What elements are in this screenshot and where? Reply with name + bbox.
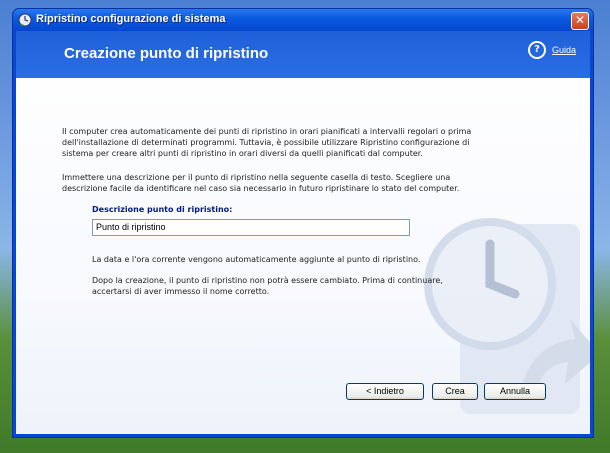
instructions-paragraph: Immettere una descrizione per il punto d…	[62, 173, 460, 193]
warning-note: Dopo la creazione, il punto di ripristin…	[92, 276, 443, 296]
help-link[interactable]: ? Guida	[527, 41, 576, 59]
description-input[interactable]: Punto di ripristino	[92, 219, 410, 236]
wizard-client-area: Creazione punto di ripristino ? Guida Il…	[16, 31, 590, 434]
system-restore-icon	[18, 13, 32, 27]
page-title: Creazione punto di ripristino	[64, 45, 269, 62]
close-button[interactable]: ✕	[571, 12, 589, 30]
wizard-header: Creazione punto di ripristino ? Guida	[16, 31, 590, 78]
system-restore-window: Ripristino configurazione di sistema ✕ C…	[12, 8, 594, 438]
close-icon: ✕	[574, 13, 586, 27]
back-button[interactable]: < Indietro	[346, 383, 424, 400]
help-label[interactable]: Guida	[552, 45, 576, 55]
intro-paragraph: Il computer crea automaticamente dei pun…	[62, 127, 472, 158]
window-title: Ripristino configurazione di sistema	[36, 13, 226, 25]
cancel-button[interactable]: Annulla	[484, 383, 546, 400]
help-icon[interactable]: ?	[527, 41, 546, 59]
description-field-label: Descrizione punto di ripristino:	[92, 205, 233, 214]
create-button[interactable]: Crea	[432, 383, 478, 400]
date-note: La data e l'ora corrente vengono automat…	[92, 255, 421, 264]
title-bar[interactable]: Ripristino configurazione di sistema ✕	[13, 9, 593, 31]
wizard-body: Il computer crea automaticamente dei pun…	[16, 78, 590, 434]
